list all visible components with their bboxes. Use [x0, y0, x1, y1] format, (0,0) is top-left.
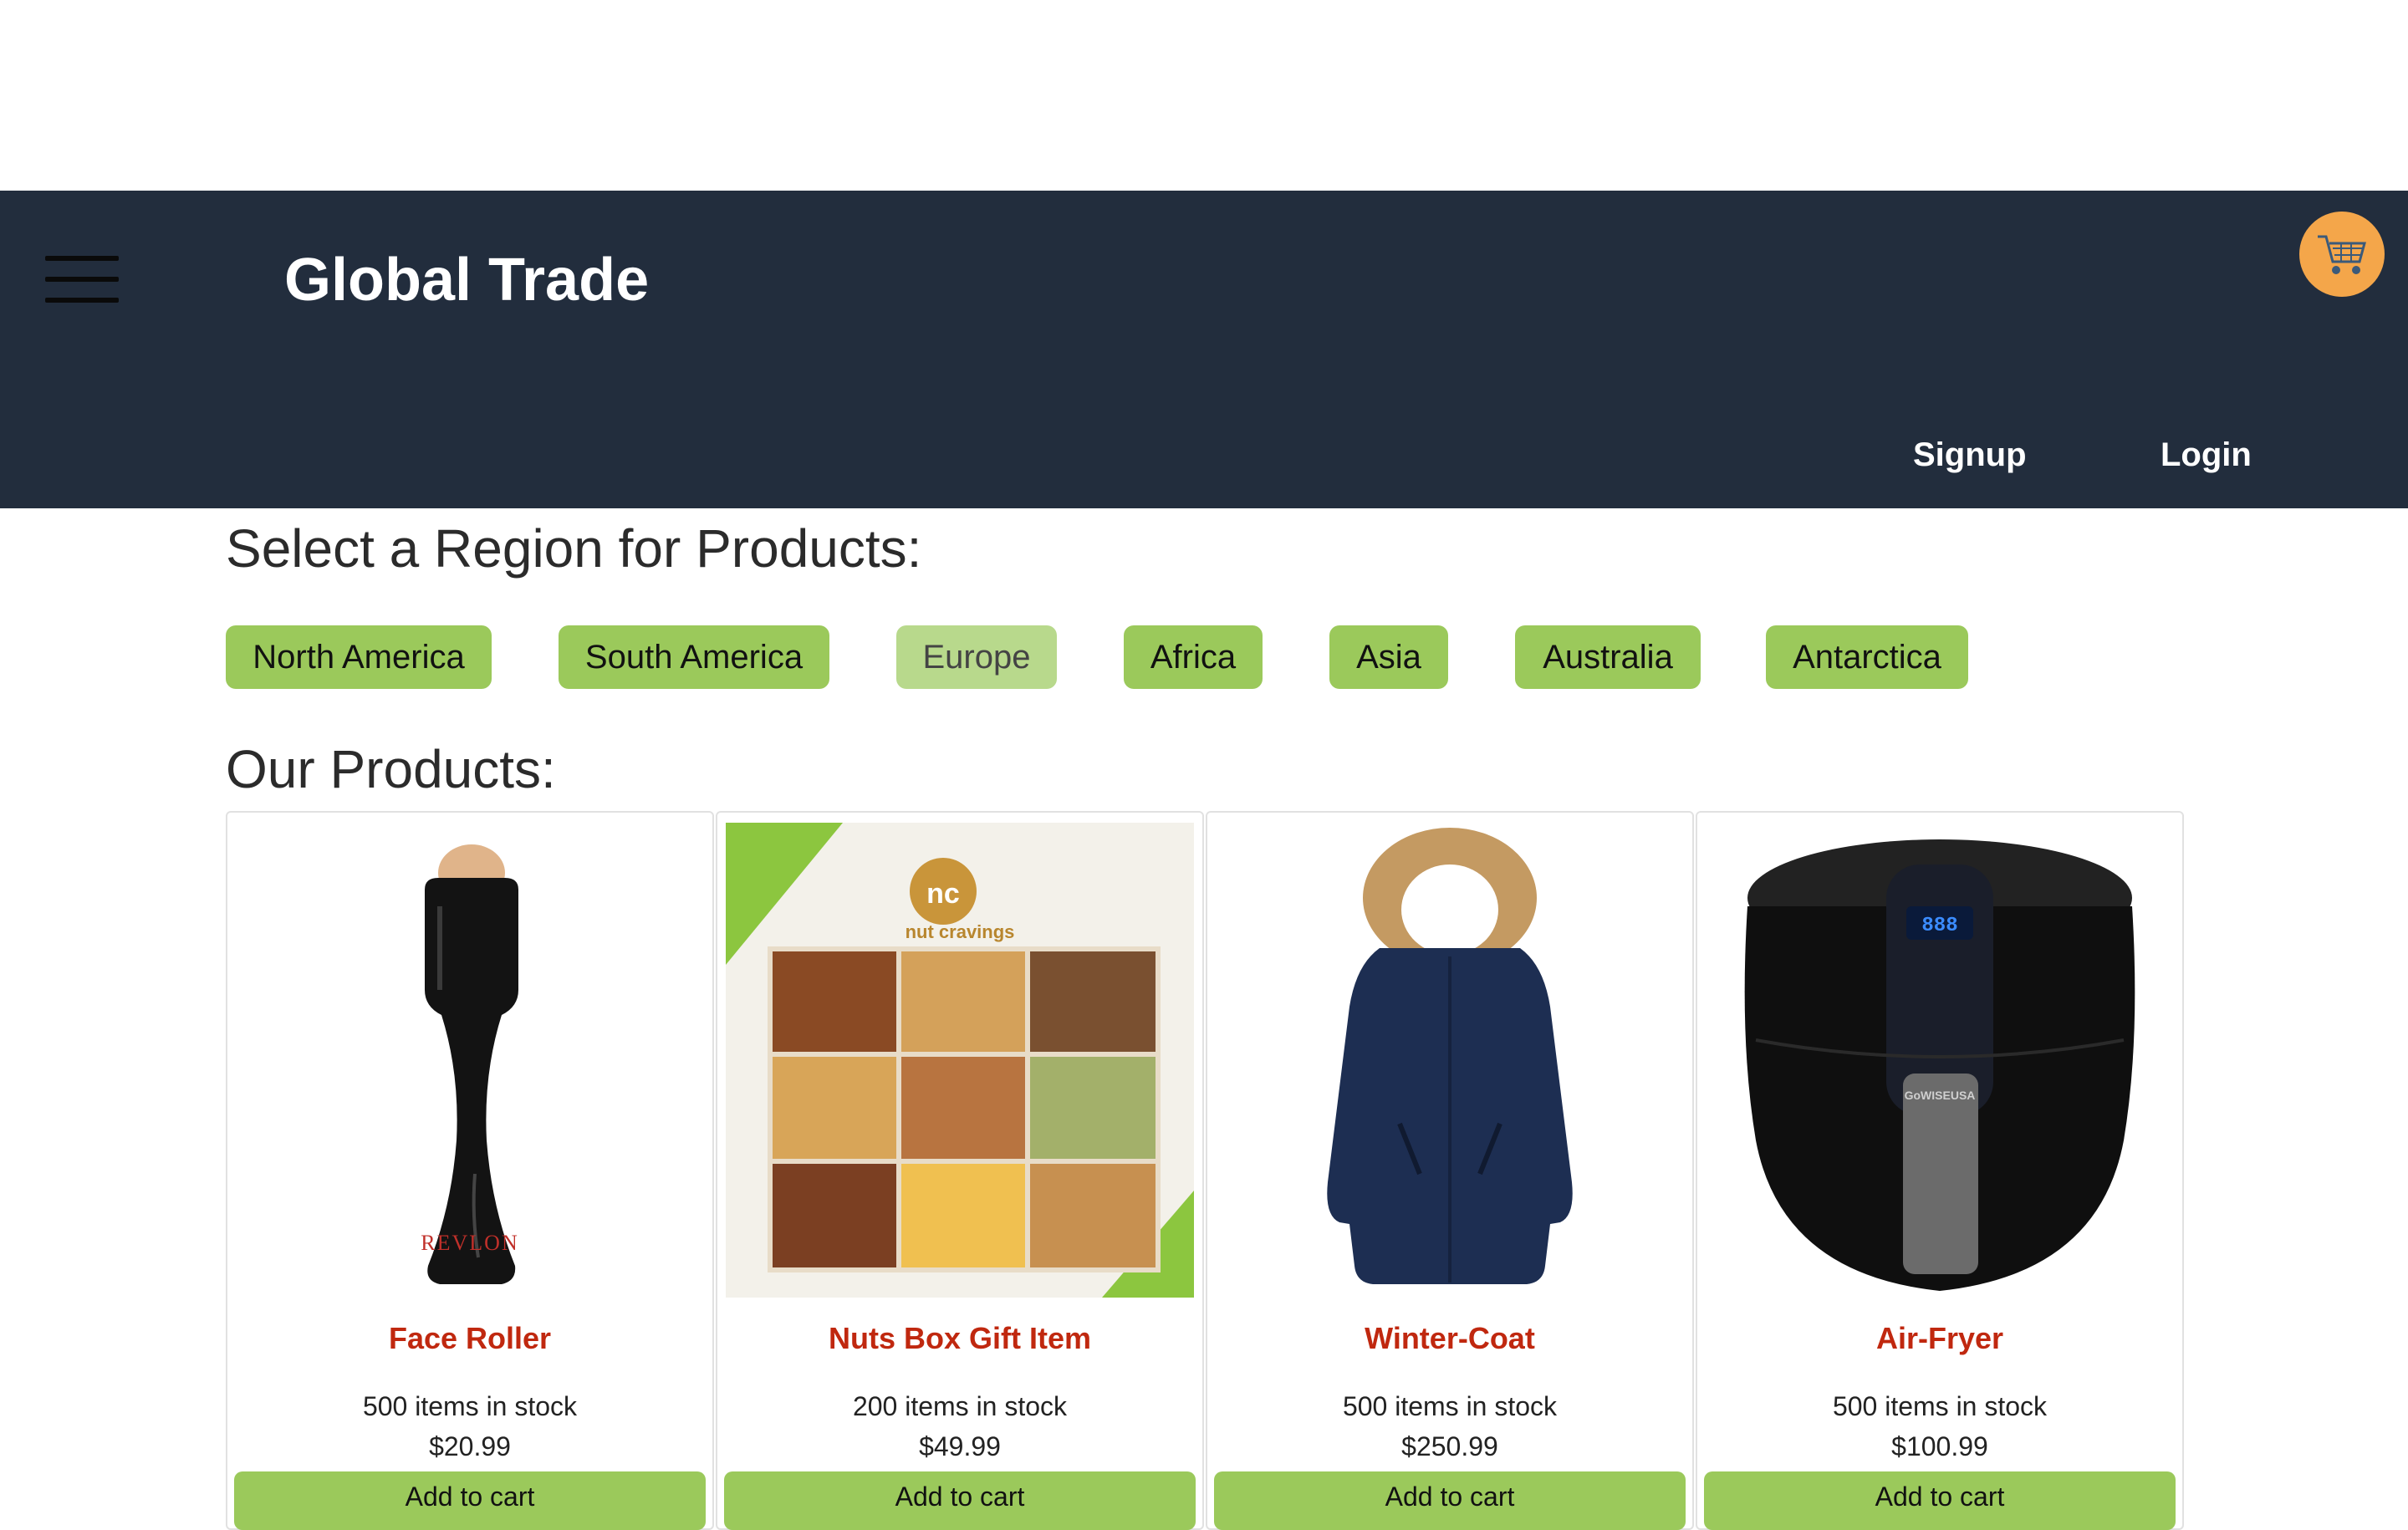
- add-to-cart-button-face-roller[interactable]: Add to cart: [234, 1471, 706, 1530]
- product-card-nuts-box: nc nut cravings: [716, 811, 1204, 1530]
- signup-link[interactable]: Signup: [1913, 431, 2027, 478]
- product-card-face-roller: REVLON: [226, 811, 714, 1530]
- product-stock-air-fryer: 500 items in stock: [1832, 1391, 2048, 1421]
- product-card-air-fryer: 888 GoWISEUSA: [1696, 811, 2184, 1530]
- top-navigation-bar: [0, 191, 2408, 508]
- product-card-winter-coat: [1206, 811, 1694, 1530]
- region-button-australia[interactable]: Australia: [1515, 625, 1701, 689]
- product-price-nuts-box: $49.99: [919, 1431, 1001, 1461]
- site-title: Global Trade: [284, 247, 650, 314]
- add-to-cart-button-air-fryer[interactable]: Add to cart: [1704, 1471, 2176, 1530]
- login-link[interactable]: Login: [2161, 431, 2252, 478]
- region-button-africa[interactable]: Africa: [1124, 625, 1263, 689]
- nuts-box-brand-text: nut cravings: [905, 921, 1015, 942]
- product-price-face-roller: $20.99: [429, 1431, 511, 1461]
- region-section-title: Select a Region for Products:: [226, 518, 922, 579]
- product-name-face-roller[interactable]: Face Roller: [226, 1321, 714, 1356]
- product-name-winter-coat[interactable]: Winter-Coat: [1206, 1321, 1694, 1356]
- region-button-antarctica[interactable]: Antarctica: [1766, 625, 1968, 689]
- region-button-asia[interactable]: Asia: [1329, 625, 1448, 689]
- winter-coat-image: [1327, 828, 1573, 1284]
- product-stock-face-roller: 500 items in stock: [362, 1391, 578, 1421]
- region-button-europe[interactable]: Europe: [896, 625, 1057, 689]
- products-section-title: Our Products:: [226, 739, 556, 799]
- air-fryer-image: [1744, 839, 2135, 1291]
- product-name-air-fryer[interactable]: Air-Fryer: [1696, 1321, 2184, 1356]
- add-to-cart-button-nuts-box[interactable]: Add to cart: [724, 1471, 1196, 1530]
- product-price-air-fryer: $100.99: [1891, 1431, 1988, 1461]
- air-fryer-brand-text: GoWISEUSA: [1904, 1089, 1976, 1102]
- region-button-south-america[interactable]: South America: [559, 625, 829, 689]
- product-stock-nuts-box: 200 items in stock: [852, 1391, 1068, 1421]
- air-fryer-display-text: 888: [1921, 915, 1958, 937]
- hamburger-menu-icon[interactable]: [45, 256, 119, 303]
- svg-text:nc: nc: [926, 878, 960, 910]
- face-roller-image: [425, 844, 518, 1284]
- add-to-cart-button-winter-coat[interactable]: Add to cart: [1214, 1471, 1686, 1530]
- shopping-cart-icon: [2318, 235, 2366, 274]
- product-stock-winter-coat: 500 items in stock: [1342, 1391, 1558, 1421]
- product-name-nuts-box[interactable]: Nuts Box Gift Item: [716, 1321, 1204, 1356]
- face-roller-brand-text: REVLON: [421, 1231, 519, 1255]
- nuts-box-image: nc: [726, 823, 1194, 1298]
- region-button-north-america[interactable]: North America: [226, 625, 492, 689]
- cart-button[interactable]: [2299, 212, 2385, 297]
- product-price-winter-coat: $250.99: [1401, 1431, 1498, 1461]
